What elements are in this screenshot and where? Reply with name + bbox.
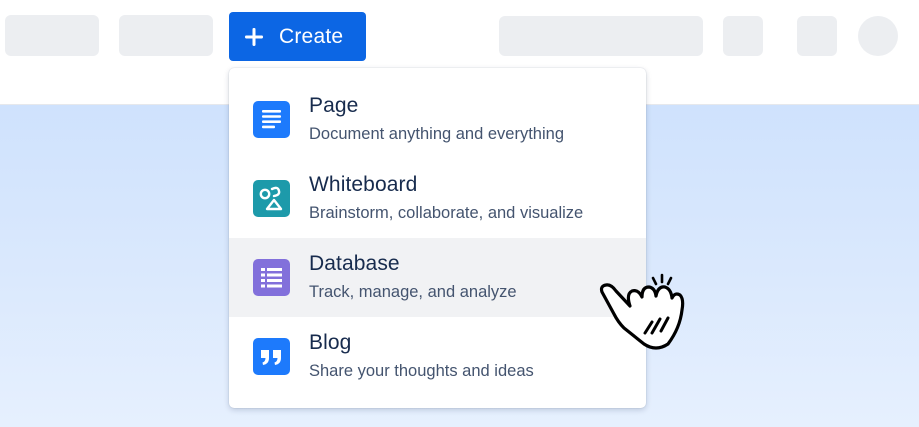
menu-item-database[interactable]: Database Track, manage, and analyze bbox=[229, 238, 646, 317]
nav-icon-placeholder-1[interactable] bbox=[723, 16, 763, 56]
menu-item-title: Blog bbox=[309, 331, 352, 354]
plus-icon bbox=[245, 27, 263, 46]
create-dropdown-menu: Page Document anything and everything Wh… bbox=[229, 68, 646, 408]
menu-item-title: Page bbox=[309, 94, 359, 117]
search-placeholder[interactable] bbox=[499, 16, 703, 56]
menu-item-description: Share your thoughts and ideas bbox=[309, 362, 534, 380]
menu-item-blog[interactable]: Blog Share your thoughts and ideas bbox=[229, 317, 646, 396]
menu-item-whiteboard[interactable]: Whiteboard Brainstorm, collaborate, and … bbox=[229, 159, 646, 238]
page-icon bbox=[253, 101, 290, 138]
menu-item-description: Document anything and everything bbox=[309, 125, 564, 143]
nav-placeholder-1[interactable] bbox=[5, 15, 99, 56]
whiteboard-icon bbox=[253, 180, 290, 217]
menu-item-description: Brainstorm, collaborate, and visualize bbox=[309, 204, 584, 222]
hand-pointer-icon bbox=[599, 273, 685, 350]
menu-item-title: Database bbox=[309, 252, 400, 275]
menu-item-title: Whiteboard bbox=[309, 173, 418, 196]
database-icon bbox=[253, 259, 290, 296]
menu-item-page[interactable]: Page Document anything and everything bbox=[229, 80, 646, 159]
create-button[interactable]: Create bbox=[229, 12, 366, 61]
nav-placeholder-2[interactable] bbox=[119, 15, 213, 56]
nav-icon-placeholder-2[interactable] bbox=[797, 16, 837, 56]
menu-item-description: Track, manage, and analyze bbox=[309, 283, 517, 301]
blog-icon bbox=[253, 338, 290, 375]
create-button-label: Create bbox=[279, 24, 344, 48]
avatar[interactable] bbox=[858, 16, 898, 56]
